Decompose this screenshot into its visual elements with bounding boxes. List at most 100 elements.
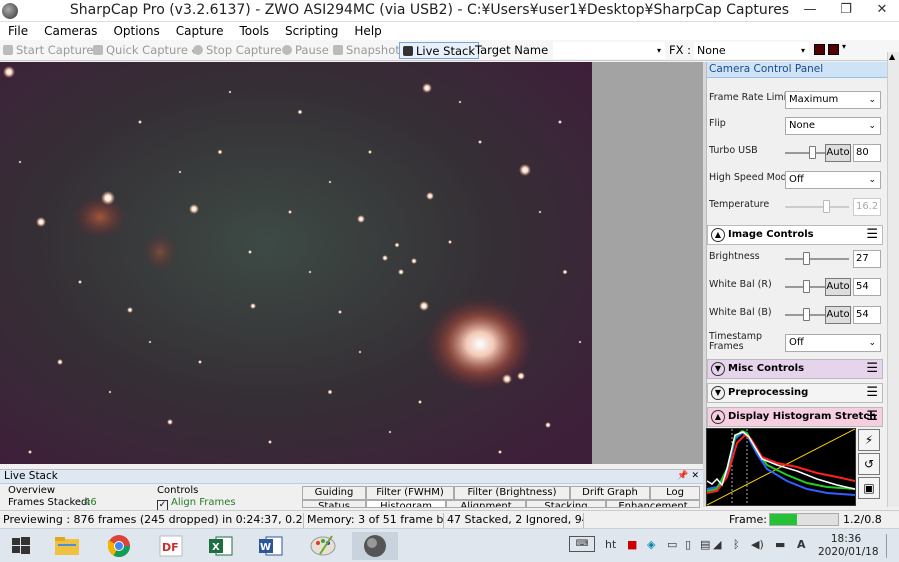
- panel-scrollbar[interactable]: ▲: [887, 52, 899, 507]
- ime-icon[interactable]: ht: [605, 538, 616, 551]
- white-bal-r-value[interactable]: 54: [853, 278, 881, 296]
- tab-alignment[interactable]: Alignment: [446, 500, 526, 508]
- preprocessing-header[interactable]: ▼ Preprocessing ☰: [707, 383, 883, 403]
- start-capture-button[interactable]: Start Capture: [3, 42, 93, 59]
- hamburger-menu-icon[interactable]: ☰: [866, 408, 878, 426]
- minimize-button[interactable]: —: [792, 0, 828, 22]
- white-bal-b-auto-button[interactable]: Auto: [825, 306, 851, 324]
- network-icon[interactable]: ▤: [700, 538, 710, 551]
- tab-filter-fwhm[interactable]: Filter (FWHM): [366, 486, 454, 500]
- language-icon[interactable]: ▬: [775, 538, 785, 551]
- frame-rate-limit-select[interactable]: Maximum ⌄: [785, 91, 881, 109]
- brightness-slider[interactable]: [785, 252, 849, 266]
- timestamp-frames-select[interactable]: Off ⌄: [785, 334, 881, 352]
- histogram-stretch-graph[interactable]: [706, 428, 856, 506]
- battery-icon[interactable]: ▯: [685, 538, 691, 551]
- pin-icon[interactable]: 📌 ✕: [677, 470, 699, 483]
- tab-guiding[interactable]: Guiding: [302, 486, 366, 500]
- white-bal-r-auto-button[interactable]: Auto: [825, 278, 851, 296]
- reset-icon[interactable]: ↺: [858, 453, 880, 475]
- show-desktop-button[interactable]: [886, 534, 898, 558]
- excel-icon[interactable]: X: [204, 532, 238, 560]
- taskbar-clock[interactable]: 18:36 2020/01/18: [818, 533, 879, 559]
- misc-controls-header[interactable]: ▼ Misc Controls ☰: [707, 359, 883, 379]
- slider-thumb[interactable]: [803, 280, 810, 293]
- display-histogram-stretch-header[interactable]: ▲ Display Histogram Stretch ☰: [707, 407, 883, 427]
- chrome-icon[interactable]: [102, 532, 136, 560]
- close-button[interactable]: ✕: [864, 0, 899, 22]
- menu-capture[interactable]: Capture: [168, 22, 232, 40]
- menu-file[interactable]: File: [0, 22, 36, 40]
- menu-help[interactable]: Help: [346, 22, 389, 40]
- save-icon[interactable]: ▣: [858, 477, 880, 499]
- chevron-up-icon[interactable]: ▲: [711, 410, 725, 424]
- snapshot-button[interactable]: Snapshot: [333, 42, 400, 59]
- display-icon[interactable]: ▭: [667, 538, 677, 551]
- restore-button[interactable]: ❐: [828, 0, 864, 22]
- chevron-down-icon[interactable]: ▾: [842, 42, 846, 51]
- menu-tools[interactable]: Tools: [231, 22, 277, 40]
- lightning-icon[interactable]: ⚡: [858, 429, 880, 451]
- flip-select[interactable]: None ⌄: [785, 117, 881, 135]
- align-frames-checkbox[interactable]: ✓ Align Frames: [157, 497, 236, 511]
- histogram-plot: [706, 428, 856, 506]
- file-explorer-icon[interactable]: [50, 532, 84, 560]
- frame-rate-limit-label: Frame Rate Limit: [709, 92, 790, 103]
- bluetooth-icon[interactable]: ᛒ: [733, 538, 740, 551]
- windows-start-icon[interactable]: [6, 532, 40, 560]
- turbo-usb-auto-button[interactable]: Auto: [825, 144, 851, 162]
- wifi-icon[interactable]: ◢: [713, 538, 721, 551]
- chevron-down-icon[interactable]: ▼: [711, 386, 725, 400]
- security-icon[interactable]: ◈: [647, 538, 655, 551]
- word-icon[interactable]: W: [254, 532, 288, 560]
- pause-button[interactable]: Pause: [282, 42, 329, 59]
- menu-scripting[interactable]: Scripting: [277, 22, 346, 40]
- target-name-dropdown[interactable]: ▾: [553, 42, 665, 59]
- fx-dropdown[interactable]: None ▾: [694, 42, 809, 59]
- fx-label: FX :: [669, 43, 692, 57]
- reticle-icon[interactable]: [828, 44, 839, 55]
- menu-cameras[interactable]: Cameras: [36, 22, 105, 40]
- keyboard-icon[interactable]: ⌨: [569, 536, 595, 552]
- white-bal-r-slider[interactable]: [785, 280, 825, 294]
- volume-icon[interactable]: ◀): [751, 538, 764, 551]
- pdf-editor-icon[interactable]: DF: [154, 532, 188, 560]
- quick-capture-button[interactable]: Quick Capture ▾: [93, 42, 196, 59]
- ime-mode-icon[interactable]: A: [797, 538, 806, 551]
- frame-progress-fill: [770, 514, 798, 525]
- tab-filter-brightness[interactable]: Filter (Brightness): [454, 486, 570, 500]
- temperature-label: Temperature: [709, 199, 770, 210]
- turbo-usb-slider[interactable]: [785, 146, 825, 160]
- brightness-value[interactable]: 27: [853, 250, 881, 268]
- tab-histogram[interactable]: Histogram: [366, 500, 446, 508]
- image-controls-header[interactable]: ▲ Image Controls ☰: [707, 225, 883, 245]
- white-bal-b-value[interactable]: 54: [853, 306, 881, 324]
- stop-capture-button[interactable]: Stop Capture: [193, 42, 282, 59]
- menu-options[interactable]: Options: [105, 22, 167, 40]
- color-picker-icon[interactable]: [814, 44, 825, 55]
- snapshot-icon: [333, 45, 343, 55]
- live-stack-button[interactable]: Live Stack: [399, 42, 479, 59]
- scroll-up-icon[interactable]: ▲: [889, 52, 895, 61]
- paint-icon[interactable]: [306, 532, 340, 560]
- slider-thumb[interactable]: [809, 146, 816, 159]
- image-viewer[interactable]: [0, 62, 592, 464]
- hamburger-menu-icon[interactable]: ☰: [866, 226, 878, 244]
- tab-log[interactable]: Log: [650, 486, 700, 500]
- sharpcap-taskbar-icon[interactable]: [352, 532, 398, 560]
- slider-thumb[interactable]: [803, 252, 810, 265]
- hamburger-menu-icon[interactable]: ☰: [866, 360, 878, 378]
- high-speed-mode-select[interactable]: Off ⌄: [785, 171, 881, 189]
- white-bal-b-slider[interactable]: [785, 308, 825, 322]
- tab-stacking[interactable]: Stacking: [526, 500, 606, 508]
- turbo-usb-value[interactable]: 80: [853, 144, 881, 162]
- tab-drift-graph[interactable]: Drift Graph: [570, 486, 650, 500]
- tab-status[interactable]: Status: [302, 500, 366, 508]
- slider-thumb[interactable]: [803, 308, 810, 321]
- stop-capture-icon: [193, 45, 203, 55]
- tab-enhancement[interactable]: Enhancement: [606, 500, 700, 508]
- chevron-down-icon[interactable]: ▼: [711, 362, 725, 376]
- hamburger-menu-icon[interactable]: ☰: [866, 384, 878, 402]
- pdf-tray-icon[interactable]: ■: [627, 538, 637, 551]
- chevron-up-icon[interactable]: ▲: [711, 228, 725, 242]
